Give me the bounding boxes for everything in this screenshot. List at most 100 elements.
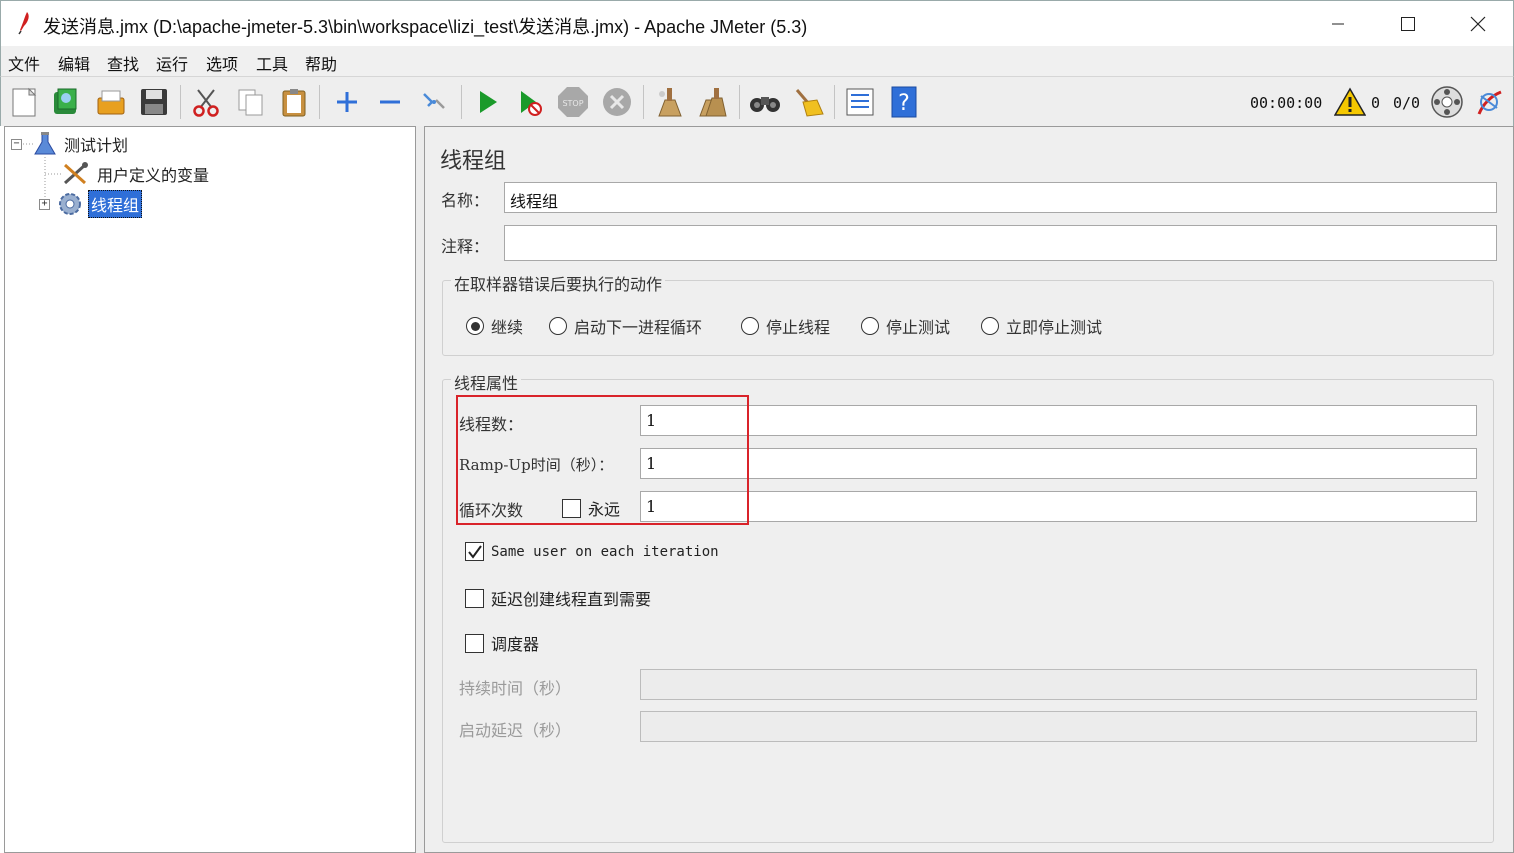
menu-run[interactable]: 运行 [156,51,188,75]
start-no-pause-button[interactable] [512,84,546,120]
copy-icon [238,89,263,116]
maximize-icon [1401,17,1415,31]
duration-label: 持续时间（秒） [459,679,572,698]
radio-stop-test-now[interactable]: 立即停止测试 [981,314,1102,338]
minimize-button[interactable] [1303,1,1373,47]
radio-stop-thread[interactable]: 停止线程 [741,314,830,338]
help-button[interactable]: ? [887,84,921,120]
pane-splitter[interactable] [416,126,424,853]
menu-options[interactable]: 选项 [206,51,238,75]
warning-icon[interactable] [1334,87,1366,117]
close-button[interactable] [1443,1,1513,47]
panel-title: 线程组 [440,149,507,174]
paste-icon [282,89,306,117]
startup-delay-label: 启动延迟（秒） [459,721,572,740]
title-bar: 发送消息.jmx (D:\apache-jmeter-5.3\bin\works… [0,0,1514,46]
copy-button[interactable] [234,84,268,120]
menu-bar: 文件 编辑 查找 运行 选项 工具 帮助 [0,46,1514,76]
expand-toggle[interactable]: + [39,198,50,210]
clear-all-icon [699,88,727,117]
new-icon [12,87,37,117]
save-button[interactable] [137,84,171,120]
svg-text:STOP: STOP [562,99,583,108]
name-field[interactable]: 线程组 [504,182,1497,213]
shutdown-button[interactable] [600,84,634,120]
cut-button[interactable] [189,84,223,120]
logo-button[interactable] [1472,84,1506,120]
clear-all-button[interactable] [695,84,729,120]
delay-thread-creation-checkbox[interactable]: 延迟创建线程直到需要 [465,586,651,610]
stop-icon: STOP [558,87,588,117]
comment-field[interactable] [504,225,1497,261]
maximize-button[interactable] [1373,1,1443,47]
logo-icon [1477,90,1502,115]
scheduler-checkbox[interactable]: 调度器 [465,631,539,655]
menu-edit[interactable]: 编辑 [58,51,90,75]
menu-file[interactable]: 文件 [8,51,40,75]
start-no-pause-icon [521,91,542,116]
open-button[interactable] [94,84,128,120]
toggle-button[interactable] [417,84,451,120]
window-title: 发送消息.jmx (D:\apache-jmeter-5.3\bin\works… [43,17,808,37]
wrench-tools-icon [63,162,88,185]
duration-field [640,669,1477,700]
close-icon [1470,16,1486,32]
thread-count-field[interactable]: 1 [640,405,1477,436]
reset-search-button[interactable] [791,84,825,120]
open-icon [97,90,125,115]
menu-help[interactable]: 帮助 [305,51,337,75]
clear-button[interactable] [652,84,686,120]
stop-button[interactable]: STOP [556,84,590,120]
tree-node-test-plan[interactable]: − 测试计划 [11,131,130,157]
tree-node-user-variables[interactable]: 用户定义的变量 [61,161,211,187]
svg-text:?: ? [898,91,910,116]
collapse-icon [380,100,400,104]
check-mark-icon [467,544,482,559]
remote-icon [1431,86,1463,118]
same-user-checkbox[interactable]: Same user on each iteration [465,542,719,561]
expand-all-button[interactable] [330,84,364,120]
tree-label-thread-group[interactable]: 线程组 [88,190,143,218]
start-icon [480,91,497,113]
gear-icon [59,193,81,215]
paste-button[interactable] [277,84,311,120]
search-icon [750,97,780,112]
menu-search[interactable]: 查找 [107,51,139,75]
start-button[interactable] [470,84,504,120]
thread-properties-title: 线程属性 [451,370,522,394]
new-button[interactable] [7,84,41,120]
radio-stop-test[interactable]: 停止测试 [861,314,950,338]
help-icon: ? [891,86,917,118]
tree-label-user-variables[interactable]: 用户定义的变量 [95,161,211,187]
radio-continue[interactable]: 继续 [466,314,523,338]
toggle-icon [423,93,445,109]
radio-start-next-loop[interactable]: 启动下一进程循环 [549,314,702,338]
loop-count-field[interactable]: 1 [640,491,1477,522]
test-plan-tree[interactable]: − 测试计划 用户定义的变量 + 线程组 [4,126,416,853]
menu-tools[interactable]: 工具 [256,51,288,75]
warning-count: 0 [1371,94,1381,112]
remote-button[interactable] [1430,84,1464,120]
active-threads-ratio: 0/0 [1393,94,1421,112]
templates-icon [54,88,77,114]
tree-node-thread-group[interactable]: + 线程组 [39,190,143,218]
reset-search-icon [795,89,824,117]
templates-button[interactable] [49,84,83,120]
function-helper-button[interactable] [843,84,877,120]
jmeter-feather-icon [18,12,29,35]
toolbar: STOP ? 00:00:00 0 0/0 [0,76,1514,126]
tree-label-test-plan[interactable]: 测试计划 [62,131,130,157]
comment-label: 注释： [441,237,490,256]
annotation-highlight-box [456,395,749,525]
rampup-field[interactable]: 1 [640,448,1477,479]
clear-icon [658,88,682,117]
elapsed-timer: 00:00:00 [1250,94,1323,112]
collapse-all-button[interactable] [373,84,407,120]
startup-delay-field [640,711,1477,742]
thread-group-panel: 线程组 名称： 线程组 注释： 在取样器错误后要执行的动作 继续 启动下一进程循… [424,126,1514,853]
sampler-error-group-title: 在取样器错误后要执行的动作 [451,271,666,295]
test-plan-flask-icon [34,132,56,155]
search-button[interactable] [748,84,782,120]
minimize-icon [1332,23,1344,25]
collapse-toggle[interactable]: − [11,138,22,150]
